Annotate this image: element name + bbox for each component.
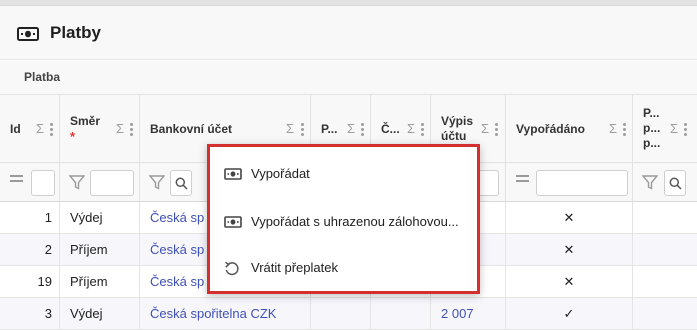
- sort-sum-icon[interactable]: Σ: [347, 121, 355, 136]
- table-row[interactable]: 3 Výdej Česká spořitelna CZK 2 007 ✓: [0, 298, 697, 330]
- filter-input-id[interactable]: [31, 170, 55, 196]
- filter-funnel-icon[interactable]: [642, 175, 658, 190]
- undo-icon: [225, 261, 239, 276]
- money-icon: [224, 216, 242, 228]
- context-menu: Vypořádat Vypořádat s uhrazenou zálohovo…: [207, 144, 480, 294]
- column-header-smer[interactable]: Směr * Σ: [60, 95, 140, 163]
- more-vert-icon[interactable]: [50, 123, 53, 138]
- cell-p-last: [633, 298, 697, 330]
- search-icon: [669, 177, 682, 190]
- more-vert-icon[interactable]: [684, 123, 687, 138]
- sort-sum-icon[interactable]: Σ: [481, 121, 489, 136]
- more-vert-icon[interactable]: [301, 123, 304, 138]
- cell-smer: Příjem: [60, 266, 140, 298]
- filter-input-smer[interactable]: [90, 170, 134, 196]
- cell-smer: Výdej: [60, 298, 140, 330]
- equals-icon[interactable]: [516, 175, 529, 185]
- cell-c: [371, 298, 431, 330]
- page-title: Platby: [50, 23, 102, 42]
- money-icon: [17, 27, 39, 41]
- cell-p-last: [633, 266, 697, 298]
- sort-sum-icon[interactable]: Σ: [670, 121, 678, 136]
- cell-smer: Výdej: [60, 202, 140, 234]
- menu-item-vratit-preplatek[interactable]: Vrátit přeplatek: [210, 245, 477, 291]
- cell-p-last: [633, 234, 697, 266]
- cell-id: 3: [0, 298, 60, 330]
- equals-icon[interactable]: [10, 175, 23, 185]
- sort-sum-icon[interactable]: Σ: [36, 121, 44, 136]
- cell-bankovni-ucet-link[interactable]: Česká spořitelna CZK: [140, 298, 311, 330]
- more-vert-icon[interactable]: [495, 123, 498, 138]
- more-vert-icon[interactable]: [623, 123, 626, 138]
- menu-item-vyporadat-se-zalohovou[interactable]: Vypořádat s uhrazenou zálohovou...: [210, 199, 477, 245]
- more-vert-icon[interactable]: [361, 123, 364, 138]
- cell-p-last: [633, 202, 697, 234]
- section-label: Platba: [24, 70, 61, 84]
- filter-cell-id: [0, 163, 60, 202]
- cell-id: 19: [0, 266, 60, 298]
- filter-input-vyporadano[interactable]: [536, 170, 628, 196]
- filter-funnel-icon[interactable]: [149, 175, 165, 190]
- cell-vyporadano: ✕: [506, 202, 633, 234]
- cell-id: 2: [0, 234, 60, 266]
- search-button[interactable]: [170, 170, 192, 196]
- menu-item-label: Vypořádat s uhrazenou zálohovou...: [251, 214, 459, 229]
- sort-sum-icon[interactable]: Σ: [407, 121, 415, 136]
- more-vert-icon[interactable]: [130, 123, 133, 138]
- cell-vypis-link[interactable]: 2 007: [431, 298, 506, 330]
- column-header-p-last[interactable]: P... p... p... Σ: [633, 95, 697, 163]
- more-vert-icon[interactable]: [421, 123, 424, 138]
- sort-sum-icon[interactable]: Σ: [116, 121, 124, 136]
- filter-cell-p-last: [633, 163, 697, 202]
- cell-p: [311, 298, 371, 330]
- money-icon: [224, 168, 242, 180]
- search-button[interactable]: [664, 170, 686, 196]
- cell-vyporadano: ✓: [506, 298, 633, 330]
- filter-cell-smer: [60, 163, 140, 202]
- section-header: Platba: [0, 61, 697, 95]
- cell-smer: Příjem: [60, 234, 140, 266]
- cell-id: 1: [0, 202, 60, 234]
- menu-item-vyporadat[interactable]: Vypořádat: [210, 151, 477, 197]
- cell-vyporadano: ✕: [506, 266, 633, 298]
- search-icon: [175, 177, 188, 190]
- cell-vyporadano: ✕: [506, 234, 633, 266]
- filter-cell-vyporadano: [506, 163, 633, 202]
- column-header-id[interactable]: Id Σ: [0, 95, 60, 163]
- sort-sum-icon[interactable]: Σ: [286, 121, 294, 136]
- menu-item-label: Vypořádat: [251, 166, 310, 181]
- menu-item-label: Vrátit přeplatek: [251, 260, 338, 275]
- sort-sum-icon[interactable]: Σ: [609, 121, 617, 136]
- panel-header: Platby: [0, 6, 697, 60]
- required-mark: *: [70, 129, 76, 144]
- filter-funnel-icon[interactable]: [69, 175, 85, 190]
- column-header-vyporadano[interactable]: Vypořádáno Σ: [506, 95, 633, 163]
